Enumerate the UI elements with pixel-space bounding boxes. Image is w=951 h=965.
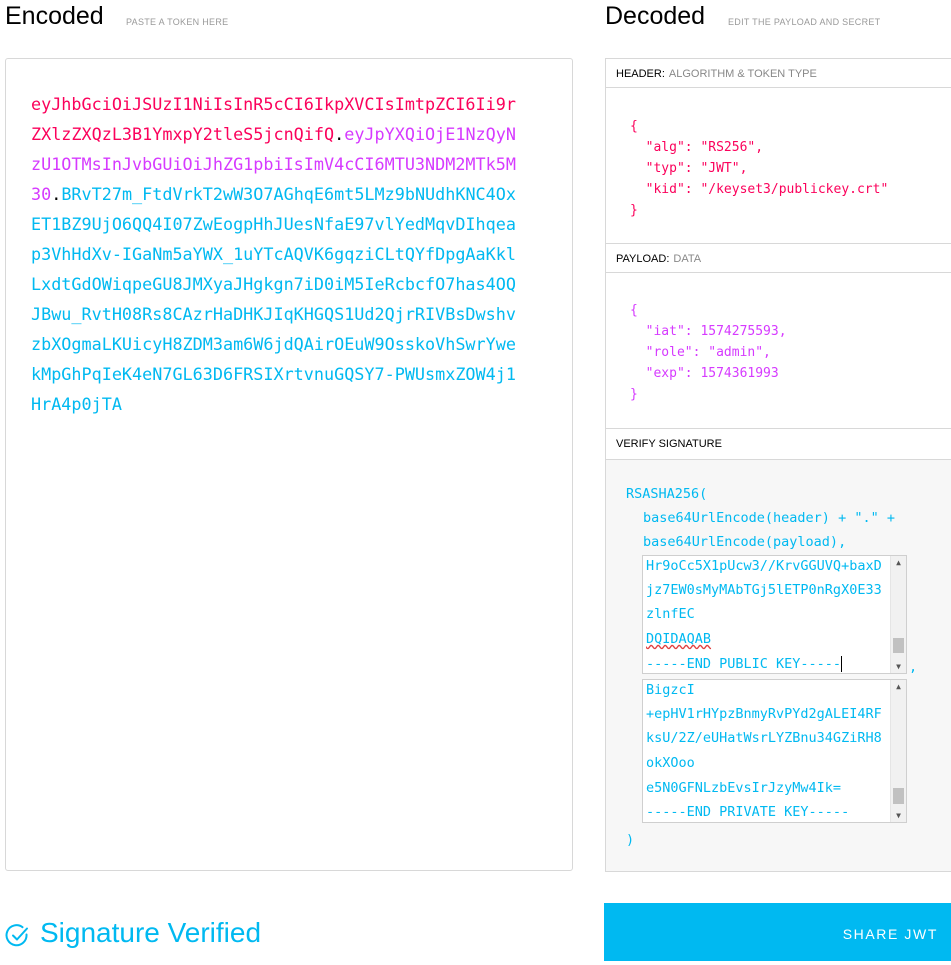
- header-section-sublabel: ALGORITHM & TOKEN TYPE: [668, 68, 817, 80]
- public-key-line: zlnfEC: [646, 606, 695, 622]
- private-key-scrollbar[interactable]: ▲ ▼: [890, 680, 906, 822]
- scroll-down-arrow-icon[interactable]: ▼: [891, 662, 906, 671]
- private-key-line: +epHV1rHYpzBnmyRvPYd2gALEI4RF: [646, 706, 882, 722]
- private-key-line: ksU/2Z/eUHatWsrLYZBnu34GZiRH8: [646, 730, 882, 746]
- scroll-up-arrow-icon[interactable]: ▲: [891, 558, 906, 567]
- encoded-title: Encoded: [5, 2, 104, 30]
- signature-payload-line: base64UrlEncode(payload),: [643, 534, 847, 550]
- decoded-title: Decoded: [605, 2, 706, 30]
- signature-header-line: base64UrlEncode(header) + "." +: [643, 510, 895, 526]
- public-key-scrollbar[interactable]: ▲ ▼: [890, 556, 906, 673]
- decoded-subtitle: EDIT THE PAYLOAD AND SECRET: [728, 17, 881, 27]
- text-caret: [841, 656, 843, 672]
- header-json-editor[interactable]: { "alg": "RS256", "typ": "JWT", "kid": "…: [630, 116, 888, 221]
- private-key-line: e5N0GFNLzbEvsIrJzyMw4Ik=: [646, 780, 842, 796]
- private-key-line: BigzcI: [646, 682, 695, 698]
- public-key-line: Hr9oCc5X1pUcw3//KrvGGUVQ+baxD: [646, 558, 882, 574]
- encoded-token-editor[interactable]: eyJhbGciOiJSUzI1NiIsInR5cCI6IkpXVCIsImtp…: [5, 58, 573, 871]
- header-section-label: HEADER:: [616, 68, 665, 80]
- private-key-textarea[interactable]: BigzcI +epHV1rHYpzBnmyRvPYd2gALEI4RF ksU…: [642, 679, 907, 823]
- signature-verify-body: RSASHA256( base64UrlEncode(header) + "."…: [606, 460, 951, 871]
- decoded-panel: HEADER: ALGORITHM & TOKEN TYPE { "alg": "…: [605, 58, 951, 872]
- public-key-line: jz7EW0sMyMAbTGj5lETP0nRgX0E33: [646, 582, 882, 598]
- encoded-subtitle: PASTE A TOKEN HERE: [126, 17, 229, 27]
- signature-section-label: VERIFY SIGNATURE: [616, 438, 722, 450]
- signature-comma: ,: [909, 659, 918, 675]
- signature-section-heading: VERIFY SIGNATURE: [606, 429, 951, 460]
- public-key-line: DQIDAQAB: [646, 631, 712, 647]
- signature-status-label: Signature Verified: [40, 917, 262, 948]
- share-jwt-button[interactable]: SHARE JWT: [604, 903, 951, 961]
- payload-section-heading: PAYLOAD: DATA: [606, 244, 951, 273]
- header-section-heading: HEADER: ALGORITHM & TOKEN TYPE: [606, 59, 951, 88]
- token-signature-part: BRvT27m_FtdVrkT2wW3O7AGhqE6mt5LMz9bNUdhK…: [31, 184, 516, 414]
- private-key-line: okXOoo: [646, 755, 695, 771]
- scrollbar-thumb[interactable]: [893, 788, 904, 804]
- encoded-token-text[interactable]: eyJhbGciOiJSUzI1NiIsInR5cCI6IkpXVCIsImtp…: [31, 89, 516, 419]
- public-key-line: -----END PUBLIC KEY-----: [646, 656, 843, 672]
- signature-closing-paren: ): [626, 832, 635, 848]
- check-circle-icon: [5, 924, 28, 947]
- scroll-up-arrow-icon[interactable]: ▲: [891, 682, 906, 691]
- signature-function: RSASHA256(: [626, 486, 708, 502]
- public-key-textarea[interactable]: Hr9oCc5X1pUcw3//KrvGGUVQ+baxD jz7EW0sMyM…: [642, 555, 907, 674]
- private-key-line: -----END PRIVATE KEY-----: [646, 804, 850, 820]
- payload-section-label: PAYLOAD:: [616, 253, 670, 265]
- scrollbar-thumb[interactable]: [893, 638, 904, 653]
- payload-section-sublabel: DATA: [673, 253, 702, 265]
- scroll-down-arrow-icon[interactable]: ▼: [891, 811, 906, 820]
- payload-json-editor[interactable]: { "iat": 1574275593, "role": "admin", "e…: [630, 300, 787, 405]
